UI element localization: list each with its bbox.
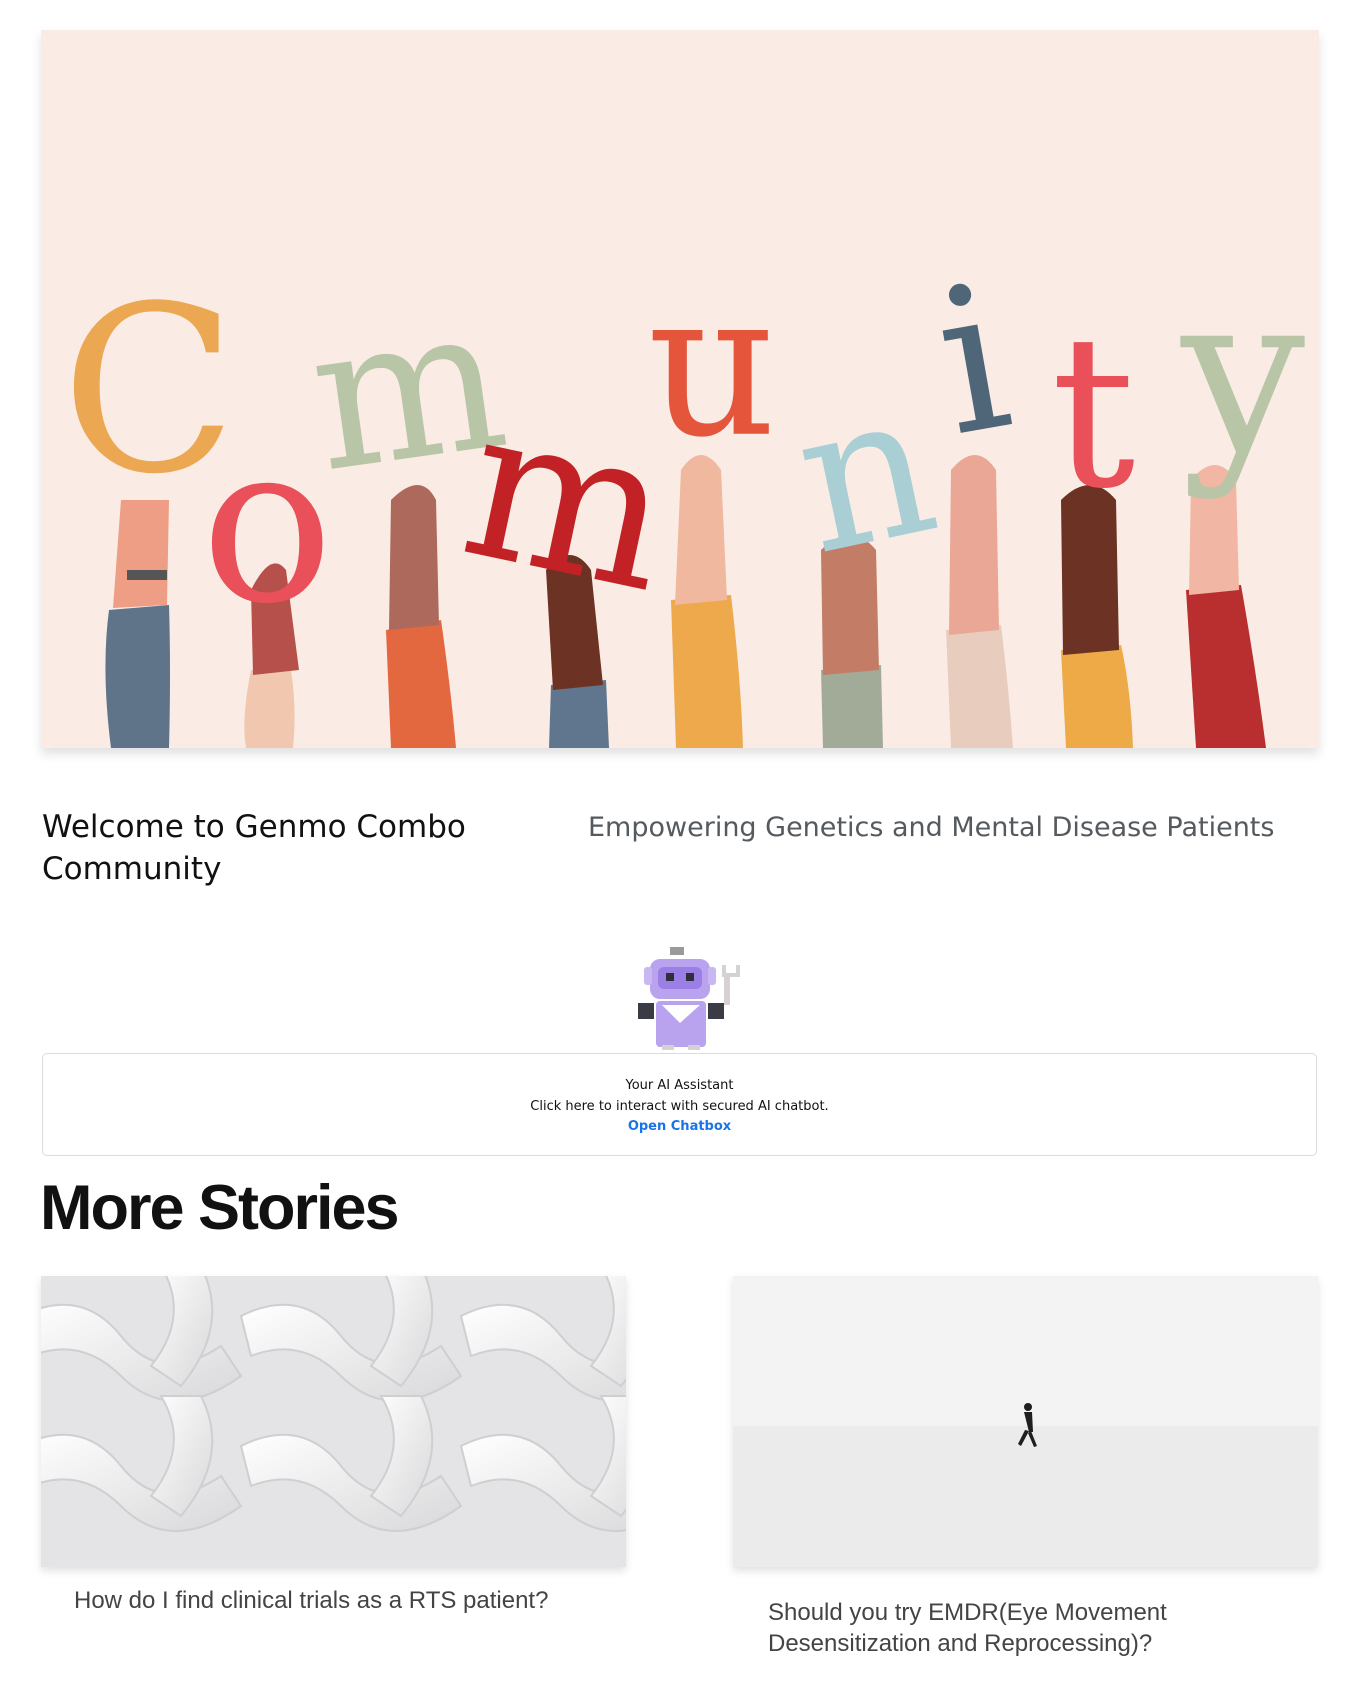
svg-text:n: n [647, 282, 776, 515]
story-image-emdr[interactable] [733, 1276, 1318, 1567]
story-image-clinical-trials[interactable] [41, 1276, 626, 1567]
welcome-title: Welcome to Genmo Combo Community [42, 809, 466, 887]
assistant-heading: Your AI Assistant [625, 1078, 734, 1093]
more-stories-heading: More Stories [40, 1173, 400, 1243]
svg-text:o: o [201, 396, 333, 652]
assistant-description: Click here to interact with secured AI c… [530, 1099, 829, 1114]
open-chatbox-link[interactable]: Open Chatbox [43, 1119, 1316, 1134]
svg-text:t: t [1051, 290, 1135, 535]
story-title-clinical-trials[interactable]: How do I find clinical trials as a RTS p… [74, 1585, 614, 1616]
tagline: Empowering Genetics and Mental Disease P… [588, 812, 1275, 843]
svg-text:y: y [1180, 246, 1305, 502]
robot-assistant-icon[interactable] [632, 945, 747, 1050]
community-illustration: C o m m n n i t y [41, 30, 1319, 748]
hero-community-image: C o m m n n i t y [41, 30, 1319, 748]
story-title-emdr[interactable]: Should you try EMDR(Eye Movement Desensi… [768, 1597, 1288, 1659]
ai-assistant-card[interactable]: Your AI Assistant Click here to interact… [42, 1053, 1317, 1156]
